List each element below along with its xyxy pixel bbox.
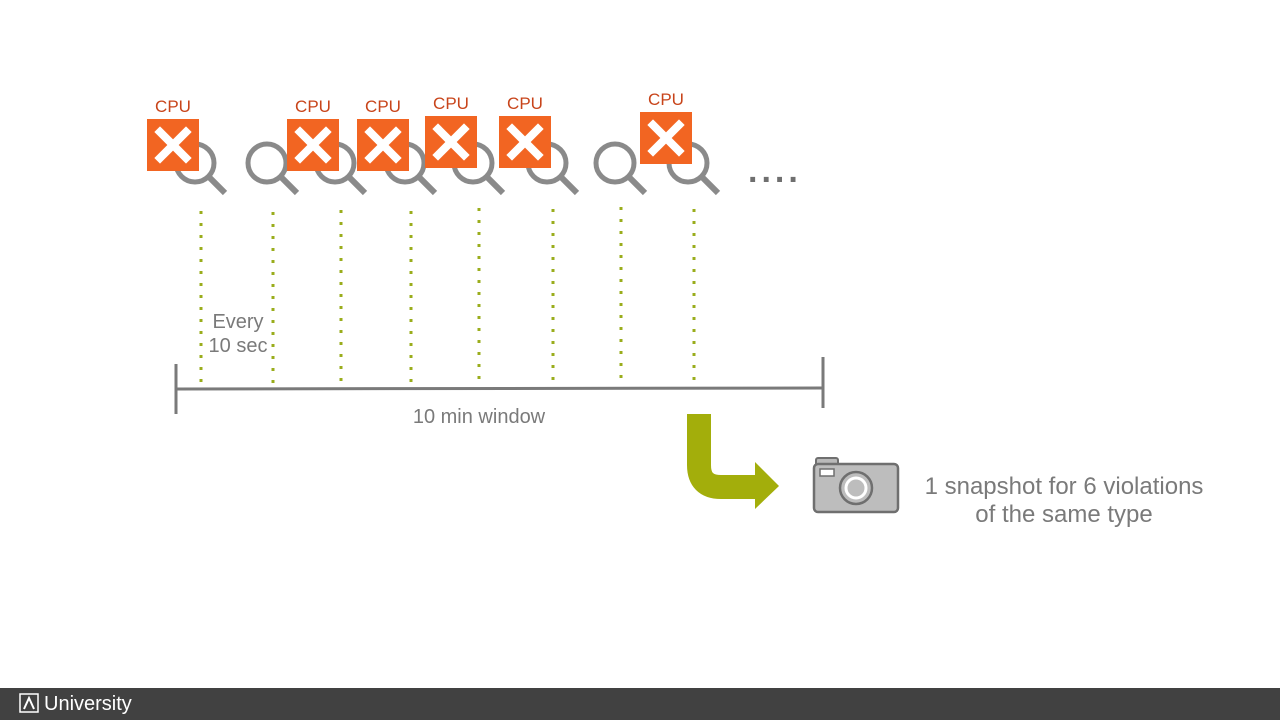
- bent-arrow-icon: [687, 414, 779, 509]
- brand-logo-icon: [19, 693, 39, 713]
- ellipsis: ....: [748, 152, 802, 190]
- result-caption-line1: 1 snapshot for 6 violations: [924, 473, 1204, 500]
- x-mark-icon: [425, 116, 477, 168]
- camera-icon: [812, 457, 900, 514]
- x-mark-icon: [357, 119, 409, 171]
- interval-label-line1: Every: [212, 311, 264, 333]
- cpu-violation-label: CPU: [365, 97, 401, 116]
- x-mark-icon: [287, 119, 339, 171]
- cpu-violation-label: CPU: [648, 90, 684, 109]
- magnifier-icon: [593, 141, 648, 196]
- interval-label-line2: 10 sec: [208, 335, 268, 357]
- timeline-axis: [175, 386, 824, 391]
- x-mark-icon: [499, 116, 551, 168]
- cpu-violation-label: CPU: [507, 94, 543, 113]
- result-caption-line2: of the same type: [975, 501, 1153, 528]
- check-dotted-lines: [199, 207, 696, 386]
- x-mark-icon: [147, 119, 199, 171]
- cpu-violation-label: CPU: [295, 97, 331, 116]
- result-caption: 1 snapshot for 6 violations of the same …: [904, 473, 1224, 529]
- interval-label: Every 10 sec: [207, 310, 269, 358]
- x-mark-icon: [640, 112, 692, 164]
- check-icons: [147, 112, 721, 196]
- window-label: 10 min window: [412, 406, 546, 428]
- footer-brand: University: [44, 693, 132, 715]
- footer-bar: University: [0, 688, 1280, 720]
- cpu-violation-label: CPU: [155, 97, 191, 116]
- cpu-violation-label: CPU: [433, 94, 469, 113]
